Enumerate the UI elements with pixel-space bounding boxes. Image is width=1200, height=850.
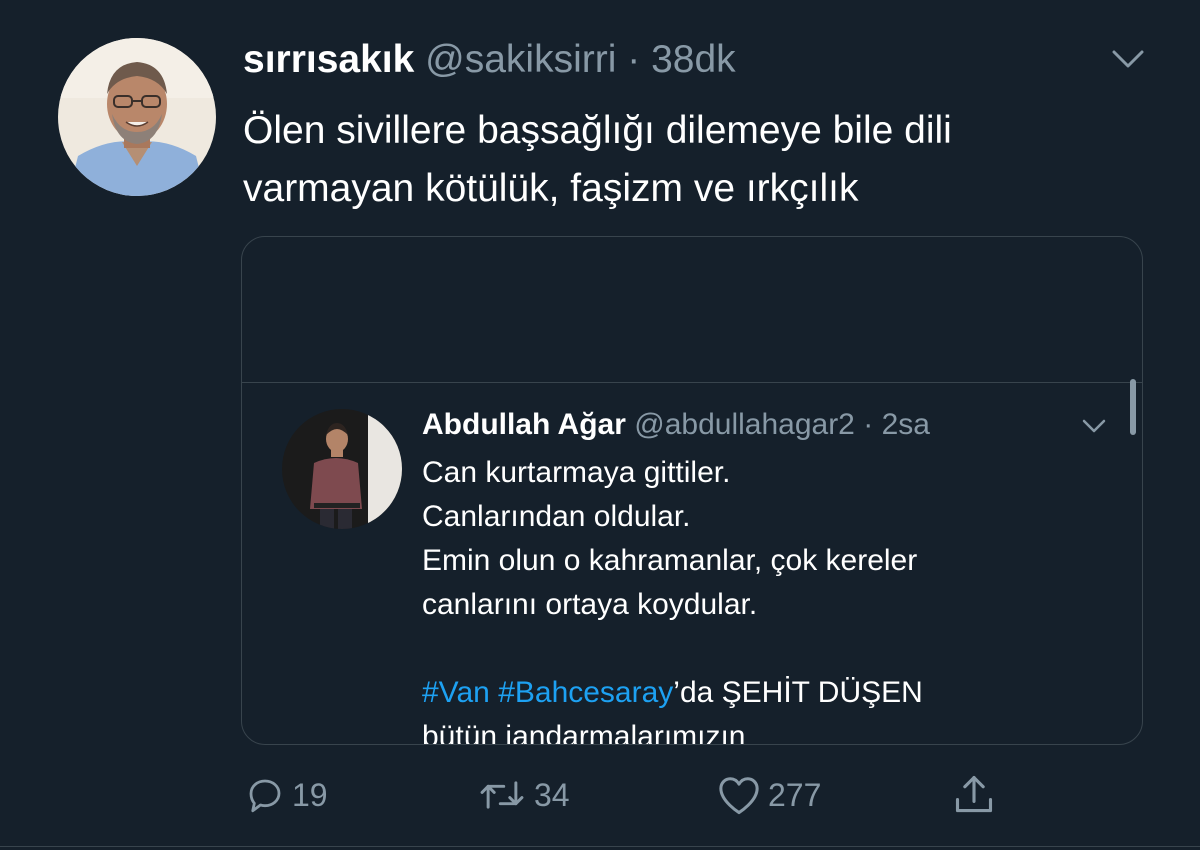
- embedded-display-name[interactable]: Abdullah Ağar: [422, 408, 626, 441]
- separator-dot: ·: [627, 38, 641, 81]
- hashtag-link[interactable]: #Van: [422, 676, 490, 709]
- tweet-text: Ölen sivillere başsağlığı dilemeye bile …: [243, 102, 1143, 218]
- embedded-chevron-down-icon[interactable]: [1080, 415, 1108, 437]
- retweet-icon: [480, 781, 524, 809]
- tweet-timestamp[interactable]: 38dk: [651, 38, 736, 81]
- embedded-text-line: Emin olun o kahramanlar, çok kereler: [422, 544, 918, 577]
- tweet: sırrısakık @sakiksirri · 38dk Ölen sivil…: [0, 0, 1200, 850]
- user-handle[interactable]: @sakiksirri: [425, 38, 616, 81]
- embedded-text-line: Canlarından oldular.: [422, 500, 691, 533]
- chevron-down-icon[interactable]: [1108, 44, 1148, 74]
- tweet-text-line: Ölen sivillere başsağlığı dilemeye bile …: [243, 109, 952, 152]
- profile-photo-icon: [58, 38, 216, 196]
- embedded-text-line: Can kurtarmaya gittiler.: [422, 456, 731, 489]
- tweet-text-line: varmayan kötülük, faşizm ve ırkçılık: [243, 167, 859, 210]
- retweet-button[interactable]: 34: [476, 768, 570, 822]
- scrollbar[interactable]: [1130, 379, 1136, 435]
- hashtag-link[interactable]: #Bahcesaray: [498, 676, 673, 709]
- divider: [0, 846, 1200, 847]
- heart-icon: [719, 777, 759, 815]
- like-count: 277: [768, 776, 822, 813]
- embed-divider: [242, 382, 1142, 383]
- hashtag-line-text: ’da ŞEHİT DÜŞEN: [673, 676, 923, 709]
- embedded-profile-photo-icon: [282, 409, 402, 529]
- embedded-separator-dot: ·: [863, 408, 874, 441]
- avatar[interactable]: [58, 38, 216, 196]
- retweet-count: 34: [534, 776, 570, 813]
- share-button[interactable]: [952, 768, 996, 822]
- reply-button[interactable]: 19: [244, 768, 328, 822]
- share-icon: [955, 776, 993, 813]
- embedded-blank-line: [422, 627, 1122, 671]
- embedded-text-line: canlarını ortaya koydular.: [422, 588, 758, 621]
- embedded-text-line-partial: bütün jandarmalarımızın: [422, 720, 746, 745]
- embedded-user-handle[interactable]: @abdullahagar2: [634, 408, 855, 441]
- embedded-avatar[interactable]: [282, 409, 402, 529]
- display-name[interactable]: sırrısakık: [243, 38, 414, 81]
- like-button[interactable]: 277: [716, 768, 821, 822]
- embedded-tweet-text: Can kurtarmaya gittiler. Canlarından old…: [422, 451, 1122, 745]
- reply-icon: [249, 779, 281, 813]
- tweet-header: sırrısakık @sakiksirri · 38dk: [243, 36, 736, 84]
- embedded-tweet-header: Abdullah Ağar @abdullahagar2 · 2sa: [422, 405, 930, 445]
- embedded-hashtag-line: #Van #Bahcesaray’da ŞEHİT DÜŞEN: [422, 671, 1122, 715]
- embedded-timestamp[interactable]: 2sa: [882, 408, 930, 441]
- reply-count: 19: [292, 776, 328, 813]
- tweet-actions: 19 34 277: [0, 768, 1200, 822]
- embedded-tweet-card[interactable]: Abdullah Ağar @abdullahagar2 · 2sa Can k…: [241, 236, 1143, 745]
